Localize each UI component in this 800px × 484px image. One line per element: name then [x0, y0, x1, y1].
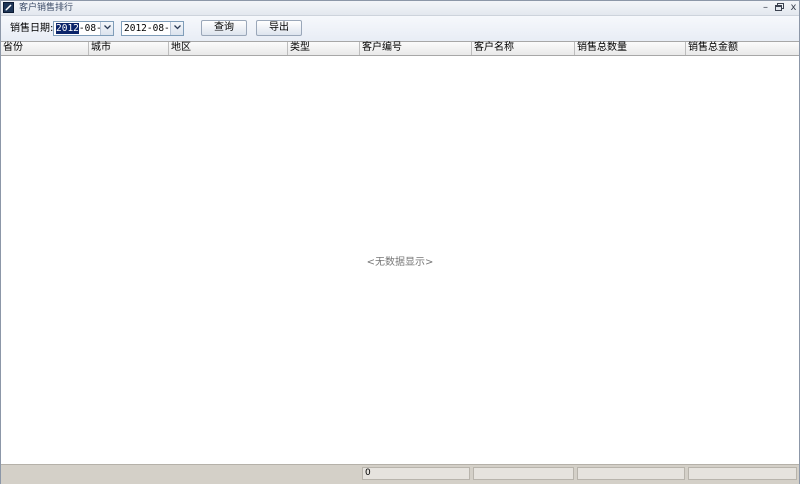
status-panel-2 — [473, 467, 574, 480]
column-header-total-amount[interactable]: 销售总金额 — [686, 42, 799, 55]
grid-header: 省份 城市 地区 类型 客户编号 客户名称 销售总数量 销售总金额 — [1, 41, 799, 56]
column-header-customer-id[interactable]: 客户编号 — [360, 42, 472, 55]
toolbar: 销售日期: 2012-08-27 2012-08-27 查询 导出 — [1, 16, 799, 41]
status-bar: 0 — [1, 464, 799, 484]
chevron-down-icon — [103, 25, 111, 30]
app-window: 客户销售排行 – x 销售日期: 2012-08-27 2012-08-27 查… — [0, 0, 800, 484]
column-header-region[interactable]: 地区 — [169, 42, 288, 55]
app-icon — [3, 2, 14, 13]
close-icon[interactable]: x — [788, 2, 799, 13]
column-header-total-quantity[interactable]: 销售总数量 — [575, 42, 686, 55]
column-header-province[interactable]: 省份 — [1, 42, 89, 55]
empty-grid-message: <无数据显示> — [366, 257, 434, 268]
column-header-type[interactable]: 类型 — [288, 42, 360, 55]
status-panel-3 — [577, 467, 685, 480]
restore-icon[interactable] — [774, 2, 785, 13]
grid-body[interactable]: <无数据显示> — [1, 56, 799, 463]
start-date-dropdown-button[interactable] — [100, 22, 113, 35]
title-bar[interactable]: 客户销售排行 – x — [1, 1, 799, 16]
end-date-dropdown-button[interactable] — [170, 22, 183, 35]
end-date-picker[interactable]: 2012-08-27 — [121, 21, 184, 36]
status-panel-blank — [2, 467, 358, 480]
sales-date-label: 销售日期: — [10, 23, 54, 34]
status-count-panel: 0 — [362, 467, 470, 480]
column-header-customer-name[interactable]: 客户名称 — [472, 42, 575, 55]
chevron-down-icon — [173, 25, 181, 30]
start-date-picker[interactable]: 2012-08-27 — [53, 21, 114, 36]
export-button[interactable]: 导出 — [256, 20, 302, 36]
start-date-selected-part: 2012 — [56, 23, 79, 34]
query-button[interactable]: 查询 — [201, 20, 247, 36]
window-title: 客户销售排行 — [19, 3, 74, 13]
column-header-city[interactable]: 城市 — [89, 42, 169, 55]
minimize-icon[interactable]: – — [760, 2, 771, 13]
status-panel-4 — [688, 467, 797, 480]
